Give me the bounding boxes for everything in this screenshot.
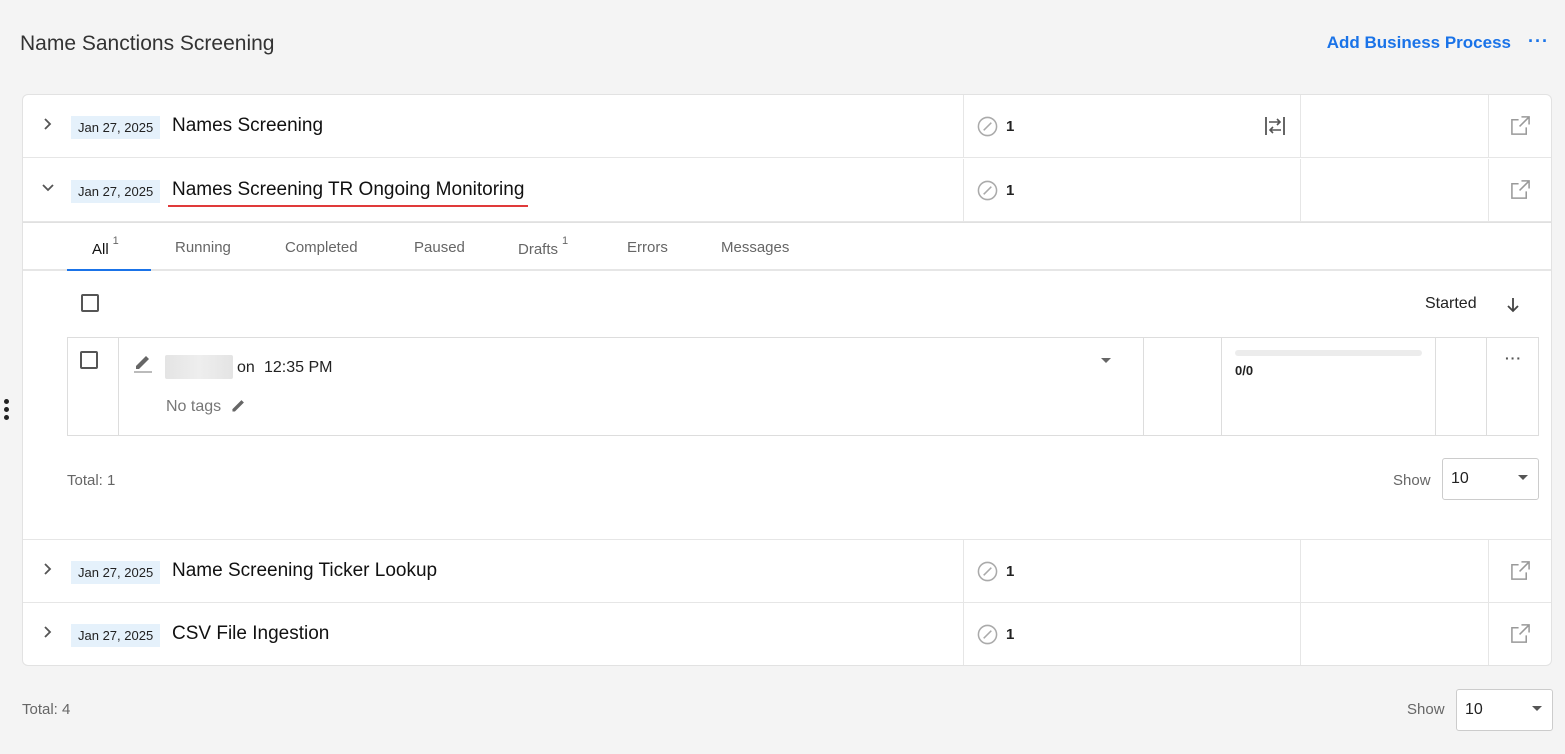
page-size-select[interactable]: 10	[1456, 689, 1553, 731]
tab-errors[interactable]: Errors	[627, 239, 668, 256]
chevron-right-icon[interactable]	[39, 115, 57, 133]
instance-count: 1	[1006, 182, 1015, 199]
select-all-checkbox[interactable]	[81, 294, 99, 312]
on-label: on	[237, 359, 255, 376]
status-null-icon	[977, 180, 998, 201]
instance-count: 1	[1006, 563, 1015, 580]
show-label: Show	[1393, 472, 1431, 489]
instance-count: 1	[1006, 626, 1015, 643]
page-title: Name Sanctions Screening	[20, 32, 275, 55]
caret-down-icon[interactable]	[1099, 355, 1113, 365]
open-external-icon[interactable]	[1510, 623, 1531, 644]
process-row[interactable]: Jan 27, 2025 Name Screening Ticker Looku…	[23, 540, 1551, 603]
tab-drafts[interactable]: Drafts 1	[518, 235, 568, 258]
processes-total: Total: 4	[22, 701, 71, 718]
process-row[interactable]: Jan 27, 2025 Names Screening TR Ongoing …	[23, 159, 1551, 222]
tags-label: No tags	[166, 398, 222, 415]
tab-running[interactable]: Running	[175, 239, 231, 256]
add-business-process-button[interactable]: Add Business Process	[1327, 33, 1511, 53]
process-name[interactable]: Names Screening TR Ongoing Monitoring	[168, 179, 529, 207]
more-options-button[interactable]: ···	[1528, 31, 1549, 52]
open-external-icon[interactable]	[1510, 560, 1531, 581]
sort-arrow-down-icon[interactable]	[1505, 296, 1521, 314]
instance-tabs: All 1 Running Completed Paused Drafts 1 Er…	[23, 222, 1551, 271]
tab-messages[interactable]: Messages	[721, 239, 789, 256]
active-tab-indicator	[67, 269, 151, 271]
show-label: Show	[1407, 701, 1445, 718]
date-badge: Jan 27, 2025	[71, 624, 161, 647]
progress-text: 0/0	[1235, 363, 1254, 378]
date-badge: Jan 27, 2025	[71, 561, 161, 584]
process-row[interactable]: Jan 27, 2025 CSV File Ingestion 1	[23, 603, 1551, 665]
process-name[interactable]: CSV File Ingestion	[172, 623, 329, 645]
process-instances-panel: All 1 Running Completed Paused Drafts 1 Er…	[23, 222, 1551, 540]
process-name[interactable]: Name Screening Ticker Lookup	[172, 560, 437, 582]
instance-count: 1	[1006, 118, 1015, 135]
sort-label[interactable]: Started	[1425, 295, 1477, 313]
instance-more-button[interactable]: ···	[1505, 350, 1522, 366]
open-external-icon[interactable]	[1510, 115, 1531, 136]
page-size-select[interactable]: 10	[1442, 458, 1539, 500]
tab-paused[interactable]: Paused	[414, 239, 465, 256]
instance-row[interactable]: on 12:35 PM No tags 0/0 ···	[67, 337, 1539, 436]
date-badge: Jan 27, 2025	[71, 116, 161, 139]
edit-tags-icon[interactable]	[230, 396, 248, 414]
instance-time: 12:35 PM	[264, 359, 333, 376]
progress-bar	[1235, 350, 1422, 356]
tab-completed[interactable]: Completed	[285, 239, 358, 256]
instances-total: Total: 1	[67, 472, 116, 489]
edit-icon[interactable]	[132, 351, 154, 373]
tab-all[interactable]: All 1	[92, 235, 119, 258]
status-null-icon	[977, 116, 998, 137]
process-name[interactable]: Names Screening	[172, 115, 323, 137]
chevron-down-icon[interactable]	[39, 179, 57, 197]
chevron-right-icon[interactable]	[39, 623, 57, 641]
open-external-icon[interactable]	[1510, 179, 1531, 200]
business-process-list: Jan 27, 2025 Names Screening 1 Jan 27, 2…	[22, 94, 1552, 666]
chevron-right-icon[interactable]	[39, 560, 57, 578]
instance-name-redacted	[165, 355, 233, 379]
instance-checkbox[interactable]	[80, 351, 98, 369]
flow-icon[interactable]	[1263, 115, 1287, 137]
side-panel-handle[interactable]	[4, 399, 12, 420]
date-badge: Jan 27, 2025	[71, 180, 161, 203]
process-row[interactable]: Jan 27, 2025 Names Screening 1	[23, 95, 1551, 158]
status-null-icon	[977, 624, 998, 645]
status-null-icon	[977, 561, 998, 582]
